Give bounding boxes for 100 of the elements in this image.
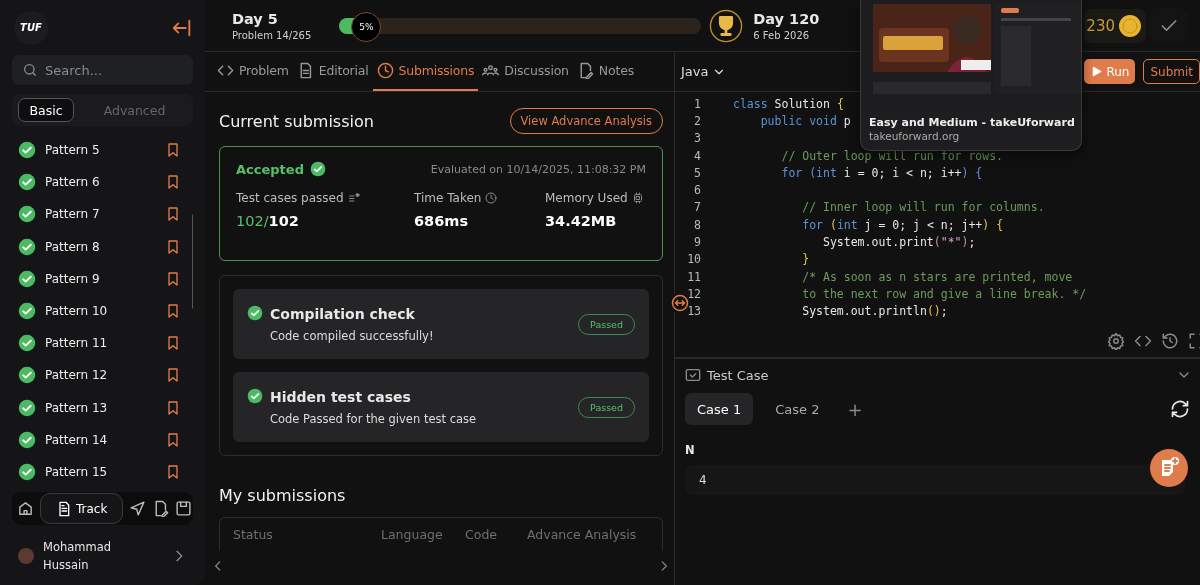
submit-button[interactable]: Submit xyxy=(1143,59,1200,84)
input-label: N xyxy=(685,443,696,457)
problem-item[interactable]: Pattern 14 xyxy=(12,423,193,456)
line-number: 12 xyxy=(686,286,701,301)
status-text: Accepted xyxy=(236,161,304,177)
problem-title: Pattern 6 xyxy=(45,175,101,190)
column-header: Status xyxy=(233,527,274,542)
bookmark-icon[interactable] xyxy=(165,142,181,159)
check-title: Compilation check xyxy=(270,305,416,322)
trophy-icon xyxy=(709,8,744,43)
add-case-button[interactable]: + xyxy=(841,398,869,420)
problem-title: Pattern 14 xyxy=(45,432,109,447)
bookmark-icon[interactable] xyxy=(165,174,181,191)
coin-count: 230 xyxy=(1086,16,1115,35)
code-line: System.out.println(); xyxy=(801,304,948,319)
bookmark-icon[interactable] xyxy=(165,335,181,352)
line-number: 4 xyxy=(693,148,701,163)
tab[interactable]: Problem xyxy=(213,52,293,91)
input-field[interactable]: 4 xyxy=(685,465,1185,495)
code-line: to the next row and give a line break. */ xyxy=(801,286,1087,301)
stat-label: Test cases passed xyxy=(236,191,344,205)
line-number: 9 xyxy=(693,235,701,249)
list-icon xyxy=(347,192,360,204)
problem-title: Pattern 8 xyxy=(45,239,101,254)
bookmark-icon[interactable] xyxy=(165,303,181,320)
resize-handle-icon[interactable] xyxy=(671,294,689,312)
check-icon xyxy=(309,161,326,177)
checkbox-icon xyxy=(685,367,701,383)
bookmark-icon[interactable] xyxy=(165,399,181,416)
check-detail: Code Passed for the given test case xyxy=(270,411,478,426)
coin-counter[interactable]: 230 xyxy=(1084,8,1146,43)
search-field[interactable]: Search... xyxy=(12,55,193,85)
case-tab[interactable]: Case 1 xyxy=(685,393,754,425)
panel-title: Test Case xyxy=(707,367,769,383)
logo[interactable]: TUF xyxy=(14,10,48,45)
stat-label: Time Taken xyxy=(414,191,482,205)
level-tab[interactable]: Basic xyxy=(18,98,74,122)
problem-item[interactable]: Pattern 13 xyxy=(12,391,193,424)
add-note-button[interactable] xyxy=(1150,449,1188,487)
clock-icon xyxy=(485,192,498,204)
stat-label: Memory Used xyxy=(545,191,628,205)
section-heading: Current submission xyxy=(219,111,374,131)
tab[interactable]: Editorial xyxy=(292,52,373,91)
code-line: for (int j = 0; j < n; j++) { xyxy=(801,217,1004,232)
problem-item[interactable]: Pattern 10 xyxy=(12,294,193,328)
home-icon[interactable] xyxy=(17,500,34,517)
play-icon xyxy=(1090,65,1104,78)
problem-item[interactable]: Pattern 12 xyxy=(12,359,193,392)
bookmark-icon[interactable] xyxy=(165,238,181,255)
column-header: Code xyxy=(465,527,498,542)
problem-title: Pattern 15 xyxy=(45,464,109,479)
evaluated-time: Evaluated on 10/14/2025, 11:08:32 PM xyxy=(430,162,646,176)
tab[interactable]: Discussion xyxy=(478,52,573,91)
case-tab[interactable]: Case 2 xyxy=(763,393,832,425)
problem-item[interactable]: Pattern 11 xyxy=(12,327,193,360)
line-number: 11 xyxy=(686,269,701,284)
line-number: 7 xyxy=(693,200,701,215)
goal-day: Day 120 xyxy=(753,10,820,27)
problem-title: Pattern 7 xyxy=(45,207,101,222)
search-icon xyxy=(22,62,38,78)
tab[interactable]: Submissions xyxy=(372,52,479,91)
tab[interactable]: Notes xyxy=(572,52,638,91)
check-detail: Code compiled successfully! xyxy=(270,328,435,343)
column-header: Advance Analysis xyxy=(527,527,637,542)
line-number: 13 xyxy=(686,304,701,319)
save-icon[interactable] xyxy=(175,500,193,517)
code-line: class Solution { xyxy=(732,96,844,111)
history-icon[interactable] xyxy=(1161,332,1179,350)
line-number: 2 xyxy=(693,113,701,128)
problem-item[interactable]: Pattern 9 xyxy=(12,262,193,295)
line-number: 8 xyxy=(693,217,701,232)
settings-icon[interactable] xyxy=(1107,332,1125,350)
track-button[interactable]: Track xyxy=(40,493,124,524)
bookmark-icon[interactable] xyxy=(165,431,181,448)
problem-item[interactable]: Pattern 5 xyxy=(12,134,193,167)
problem-item[interactable]: Pattern 15 xyxy=(12,455,193,488)
section-heading: My submissions xyxy=(219,486,347,505)
bookmark-icon[interactable] xyxy=(165,463,181,480)
bookmark-icon[interactable] xyxy=(165,206,181,223)
preview-url: takeuforward.org xyxy=(868,129,961,142)
code-line: for (int i = 0; i < n; i++) { xyxy=(780,165,983,180)
chip-icon xyxy=(631,192,644,204)
document-icon xyxy=(56,500,72,517)
send-icon[interactable] xyxy=(129,500,147,517)
stat-value: 102/102 xyxy=(236,213,300,229)
progress-label: 5% xyxy=(351,11,382,42)
language-dropdown[interactable]: Java xyxy=(681,64,727,79)
line-number: 6 xyxy=(693,183,701,198)
problem-item[interactable]: Pattern 7 xyxy=(12,198,193,231)
bookmark-icon[interactable] xyxy=(165,367,181,384)
coin-icon xyxy=(1118,13,1142,38)
user-name: Mohammad Hussain xyxy=(43,539,113,574)
column-header: Language xyxy=(381,527,444,542)
problem-item[interactable]: Pattern 6 xyxy=(12,166,193,199)
bookmark-icon[interactable] xyxy=(165,270,181,287)
problem-count: Problem 14/265 xyxy=(232,29,312,41)
clock-icon xyxy=(376,62,394,79)
code-line: System.out.print("*"); xyxy=(822,235,976,249)
refresh-icon[interactable] xyxy=(1170,399,1190,419)
problem-item[interactable]: Pattern 8 xyxy=(12,230,193,263)
